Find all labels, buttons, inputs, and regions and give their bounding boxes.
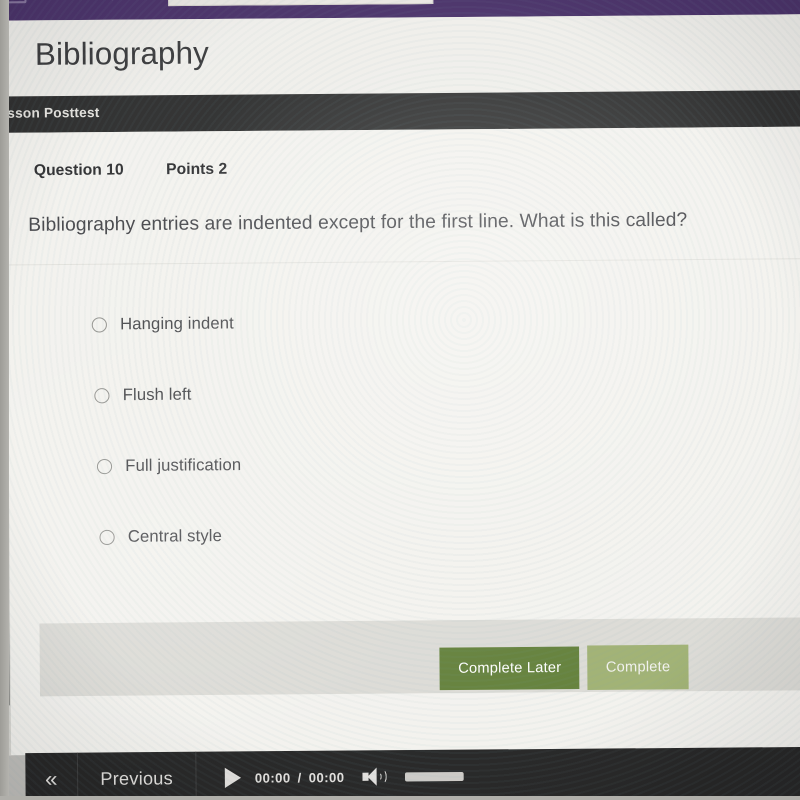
option-row[interactable]: Central style	[0, 496, 800, 573]
menu-icon[interactable]	[4, 0, 27, 4]
time-separator: /	[297, 769, 302, 785]
time-display: 00:00 / 00:00	[255, 769, 345, 785]
complete-button[interactable]: Complete	[587, 644, 689, 690]
question-meta: Question 10 Points 2	[34, 160, 227, 180]
media-player-bar: « Previous 00:00 / 00:00	[25, 746, 800, 800]
option-label: Hanging indent	[120, 313, 234, 333]
previous-chevron-icon[interactable]: «	[25, 752, 79, 800]
option-label: Central style	[127, 526, 223, 546]
total-time: 00:00	[308, 769, 345, 785]
scrollbar-thumb[interactable]	[0, 404, 10, 706]
playback-controls: 00:00 / 00:00	[196, 766, 464, 788]
question-number: Question 10	[33, 161, 124, 180]
speaker-icon[interactable]	[362, 767, 387, 786]
page-title: Bibliography	[34, 35, 209, 72]
app-bar-icon-group	[4, 0, 120, 4]
question-points: Points 2	[166, 160, 228, 179]
radio-icon[interactable]	[91, 316, 107, 333]
option-label: Full justification	[125, 455, 242, 475]
option-row[interactable]: Flush left	[0, 354, 800, 431]
action-button-group: Complete Later Complete	[0, 644, 800, 695]
current-time: 00:00	[254, 769, 291, 786]
previous-button[interactable]: Previous	[77, 751, 197, 800]
volume-slider[interactable]	[405, 771, 464, 781]
answer-options-list: Hanging indent Flush left Full justifica…	[0, 283, 800, 573]
photographed-screen: Bibliography Lesson Posttest Question 10…	[0, 0, 800, 800]
play-icon[interactable]	[224, 767, 241, 788]
screen-surface: Bibliography Lesson Posttest Question 10…	[0, 0, 800, 800]
section-title: Lesson Posttest	[0, 104, 100, 121]
radio-icon[interactable]	[94, 387, 110, 403]
search-input[interactable]	[168, 0, 434, 7]
option-row[interactable]: Full justification	[0, 425, 800, 502]
option-row[interactable]: Hanging indent	[0, 283, 800, 360]
radio-icon[interactable]	[99, 529, 115, 545]
option-label: Flush left	[122, 384, 192, 404]
radio-icon[interactable]	[96, 458, 113, 474]
complete-later-button[interactable]: Complete Later	[439, 646, 580, 691]
